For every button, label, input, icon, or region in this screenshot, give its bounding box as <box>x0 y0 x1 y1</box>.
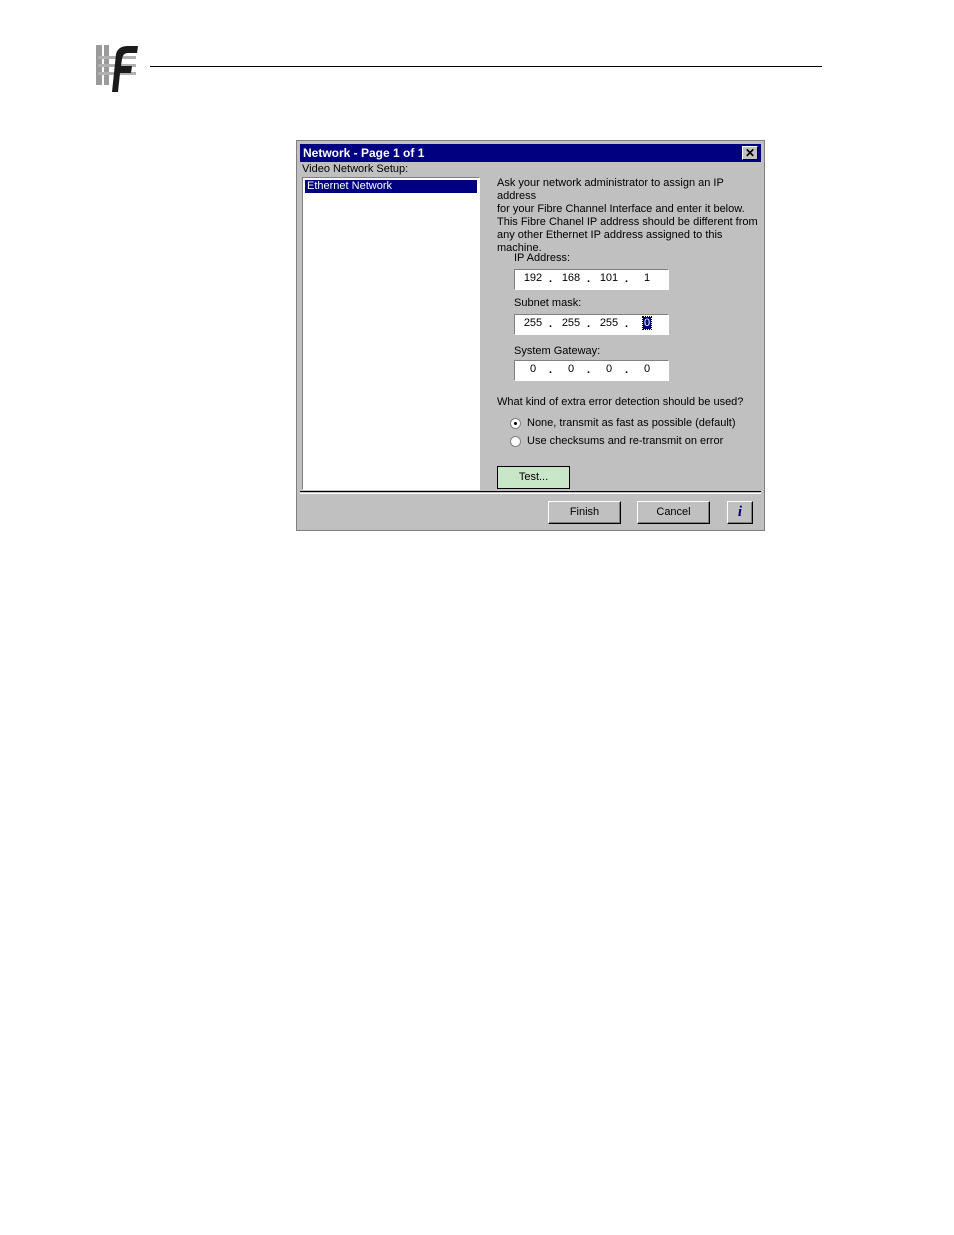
subnet-mask-field[interactable]: 255 . 255 . 255 . 0 <box>514 314 669 335</box>
subnet-octet-2[interactable]: 255 <box>558 317 584 329</box>
radio-checksums[interactable] <box>510 436 521 447</box>
close-icon: ✕ <box>744 146 756 160</box>
test-button[interactable]: Test... <box>497 466 570 489</box>
ip-octet-1[interactable]: 192 <box>520 272 546 284</box>
octet-separator: . <box>625 318 629 330</box>
publisher-logo <box>96 42 140 94</box>
octet-separator: . <box>549 364 553 376</box>
info-button[interactable]: i <box>727 501 753 524</box>
ip-address-label: IP Address: <box>514 252 571 264</box>
subnet-octet-4[interactable]: 0 <box>641 316 653 330</box>
gateway-field[interactable]: 0 . 0 . 0 . 0 <box>514 360 669 381</box>
instructions-line: for your Fibre Channel Interface and ent… <box>497 203 745 215</box>
gateway-octet-2[interactable]: 0 <box>558 363 584 375</box>
ip-octet-2[interactable]: 168 <box>558 272 584 284</box>
radio-checked-dot <box>514 422 517 425</box>
header-rule <box>150 66 822 67</box>
octet-separator: . <box>587 273 591 285</box>
subnet-octet-1[interactable]: 255 <box>520 317 546 329</box>
instructions-text: Ask your network administrator to assign… <box>497 177 759 255</box>
info-icon: i <box>737 504 743 520</box>
radio-none-label[interactable]: None, transmit as fast as possible (defa… <box>527 417 735 429</box>
network-listbox[interactable]: Ethernet Network <box>302 177 480 490</box>
instructions-line: Ask your network administrator to assign… <box>497 177 724 202</box>
radio-checksums-label[interactable]: Use checksums and re-transmit on error <box>527 435 723 447</box>
error-detection-question: What kind of extra error detection shoul… <box>497 396 744 408</box>
gateway-label: System Gateway: <box>514 345 601 357</box>
octet-separator: . <box>549 318 553 330</box>
octet-separator: . <box>549 273 553 285</box>
ip-octet-4[interactable]: 1 <box>634 272 660 284</box>
title-bar: Network - Page 1 of 1 ✕ <box>300 144 761 162</box>
subnet-octet-3[interactable]: 255 <box>596 317 622 329</box>
gateway-octet-1[interactable]: 0 <box>520 363 546 375</box>
network-dialog: Network - Page 1 of 1 ✕ Video Network Se… <box>296 140 765 531</box>
octet-separator: . <box>587 364 591 376</box>
octet-separator: . <box>587 318 591 330</box>
gateway-octet-4[interactable]: 0 <box>634 363 660 375</box>
dialog-title: Network - Page 1 of 1 <box>303 146 425 160</box>
separator <box>300 491 761 492</box>
list-item-ethernet-network[interactable]: Ethernet Network <box>305 180 477 193</box>
octet-separator: . <box>625 273 629 285</box>
radio-none[interactable] <box>510 418 521 429</box>
close-button[interactable]: ✕ <box>742 146 758 160</box>
instructions-line: any other Ethernet IP address assigned t… <box>497 229 723 241</box>
finish-button[interactable]: Finish <box>548 501 621 524</box>
ip-octet-3[interactable]: 101 <box>596 272 622 284</box>
cancel-button[interactable]: Cancel <box>637 501 710 524</box>
separator <box>300 493 761 494</box>
octet-separator: . <box>625 364 629 376</box>
list-label: Video Network Setup: <box>302 163 409 175</box>
subnet-mask-label: Subnet mask: <box>514 297 582 309</box>
ip-address-field[interactable]: 192 . 168 . 101 . 1 <box>514 269 669 290</box>
instructions-line: This Fibre Chanel IP address should be d… <box>497 216 758 228</box>
subnet-octet-4-wrap[interactable]: 0 <box>634 316 660 330</box>
gateway-octet-3[interactable]: 0 <box>596 363 622 375</box>
